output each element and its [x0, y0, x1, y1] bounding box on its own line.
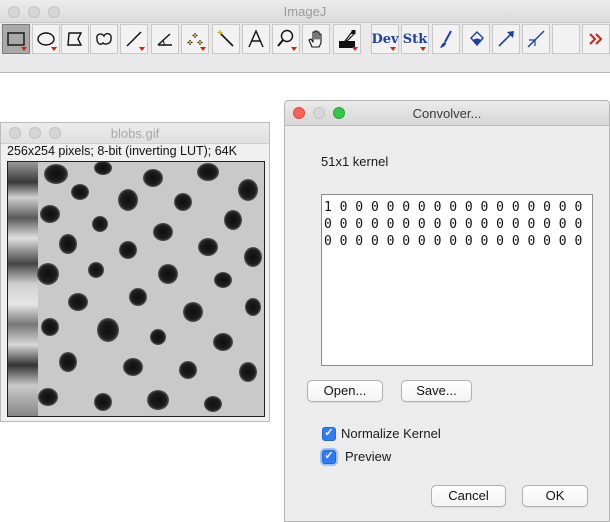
toolbar: Dev Stk — [0, 24, 610, 56]
menu-indicator-icon — [21, 47, 27, 51]
polygon-tool-icon — [67, 32, 83, 46]
checkmark-icon: ✓ — [322, 426, 336, 441]
tool-stk-menu[interactable]: Stk — [401, 24, 429, 54]
menu-indicator-icon — [291, 47, 297, 51]
menu-indicator-icon — [390, 47, 396, 51]
tool-line[interactable] — [120, 24, 148, 54]
image-info-text: 256x254 pixels; 8-bit (inverting LUT); 6… — [7, 144, 237, 158]
tool-text[interactable] — [242, 24, 270, 54]
convolver-title: Convolver... — [412, 106, 482, 121]
tool-brush[interactable] — [432, 24, 460, 54]
tool-angle[interactable] — [151, 24, 179, 54]
convolver-dialog: Convolver... 51x1 kernel 1 0 0 0 0 0 0 0… — [284, 100, 610, 522]
brush-tool-icon — [440, 30, 452, 48]
preview-checkbox[interactable]: ✓ Preview — [322, 449, 391, 464]
save-button[interactable]: Save... — [401, 380, 472, 402]
tool-point[interactable] — [181, 24, 209, 54]
convolver-titlebar: Convolver... — [285, 101, 609, 126]
stk-menu-label: Stk — [402, 31, 428, 47]
menu-indicator-icon — [139, 47, 145, 51]
cancel-button[interactable]: Cancel — [431, 485, 506, 507]
hand-tool-icon — [308, 30, 322, 48]
menu-indicator-icon — [352, 47, 358, 51]
menu-indicator-icon — [420, 47, 426, 51]
tool-dev-menu[interactable]: Dev — [371, 24, 399, 54]
angle-tool-icon — [157, 33, 172, 46]
imagej-title: ImageJ — [283, 4, 327, 19]
ok-button[interactable]: OK — [522, 485, 588, 507]
wand-tool-icon — [217, 30, 234, 47]
imagej-titlebar: ImageJ — [0, 0, 610, 23]
normalize-kernel-label: Normalize Kernel — [341, 426, 441, 441]
kernel-size-label: 51x1 kernel — [321, 154, 389, 169]
tool-more[interactable] — [582, 24, 610, 54]
tool-flood-fill[interactable] — [462, 24, 490, 54]
kernel-textarea[interactable]: 1 0 0 0 0 0 0 0 0 0 0 0 0 0 0 0 0 0 0 0 … — [321, 194, 593, 366]
tool-polygon[interactable] — [61, 24, 89, 54]
image-canvas[interactable] — [7, 161, 265, 417]
tool-pencil[interactable] — [522, 24, 550, 54]
tool-hand[interactable] — [302, 24, 330, 54]
normalize-kernel-checkbox[interactable]: ✓ Normalize Kernel — [322, 426, 441, 441]
tool-magnifier[interactable] — [272, 24, 300, 54]
more-tools-icon — [589, 33, 603, 45]
menu-indicator-icon — [200, 47, 206, 51]
image-window-blobs: blobs.gif 256x254 pixels; 8-bit (inverti… — [0, 122, 270, 422]
pencil-tool-icon — [527, 30, 545, 48]
imagej-window: ImageJ Dev Stk — [0, 0, 610, 73]
open-button[interactable]: Open... — [307, 380, 383, 402]
tool-empty-slot[interactable] — [552, 24, 580, 54]
tool-rectangle[interactable] — [2, 24, 30, 54]
blobs-image — [8, 162, 264, 416]
tool-oval[interactable] — [32, 24, 60, 54]
freehand-tool-icon — [96, 32, 112, 45]
tool-wand[interactable] — [212, 24, 240, 54]
menu-indicator-icon — [51, 47, 57, 51]
text-tool-icon — [248, 29, 264, 48]
tool-color-picker[interactable] — [333, 24, 361, 54]
flood-fill-tool-icon — [470, 31, 484, 47]
blobs-title: blobs.gif — [110, 126, 160, 141]
checkmark-icon: ✓ — [322, 449, 336, 464]
arrow-tool-icon — [498, 31, 514, 47]
dev-menu-label: Dev — [371, 31, 399, 47]
blobs-titlebar: blobs.gif — [1, 123, 269, 144]
tool-freehand[interactable] — [90, 24, 118, 54]
tool-arrow[interactable] — [492, 24, 520, 54]
preview-label: Preview — [345, 449, 392, 464]
